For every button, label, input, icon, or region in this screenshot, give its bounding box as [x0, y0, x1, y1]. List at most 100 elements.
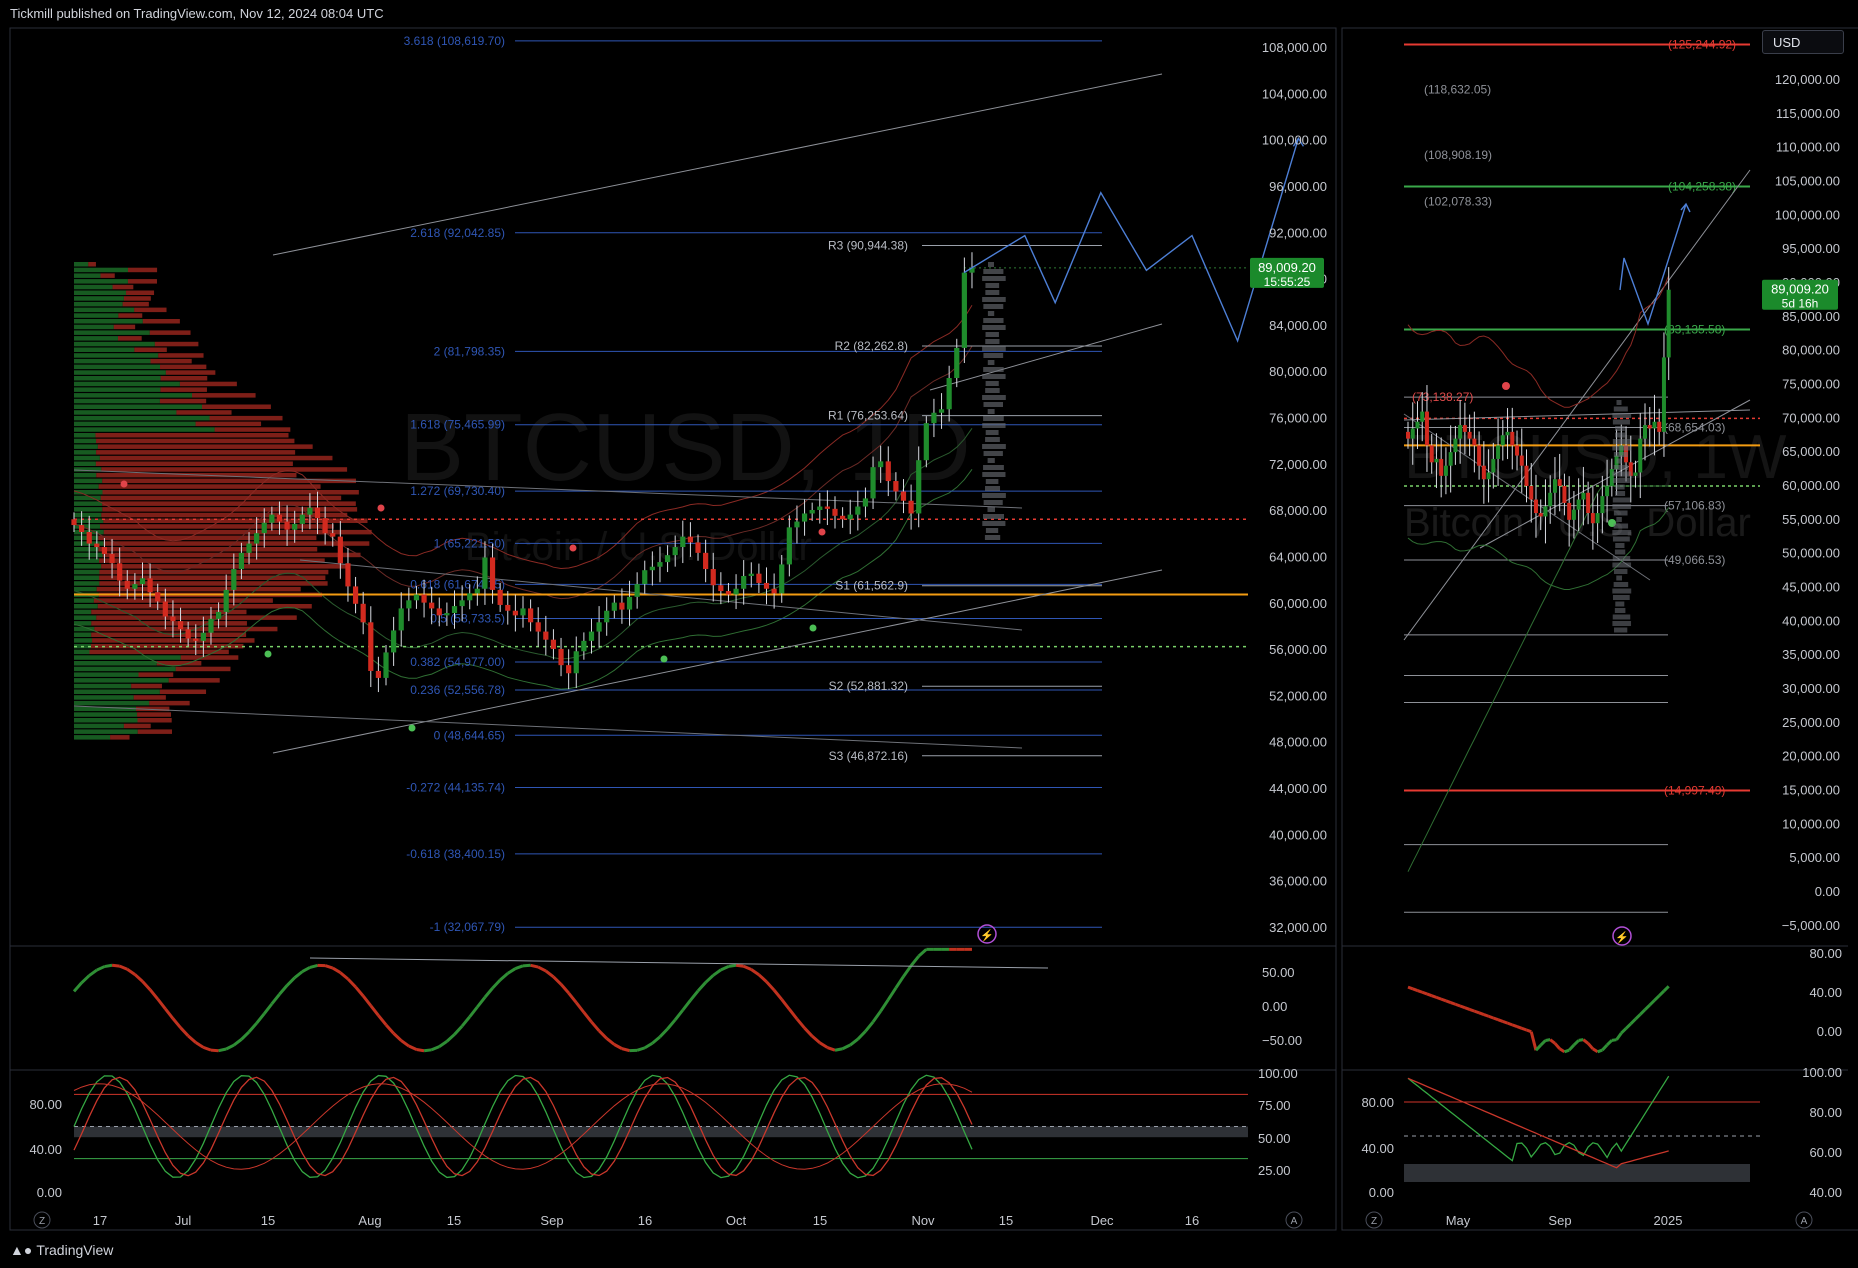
- candle-body: [223, 589, 229, 612]
- candle-body: [550, 639, 557, 649]
- weekly-candle-body: [1647, 425, 1652, 429]
- time-axis-tick: Oct: [726, 1213, 747, 1228]
- volume-profile-bar: [74, 370, 166, 375]
- volume-profile-bar: [74, 558, 100, 563]
- weekly-momentum-segment: [1473, 1009, 1480, 1015]
- candle-body: [855, 506, 861, 515]
- candle-body: [748, 573, 754, 576]
- volume-profile-bar: [74, 296, 124, 301]
- weekly-level-label: (108,908.19): [1424, 148, 1492, 162]
- volume-profile-bar: [74, 735, 111, 740]
- weekly-price-axis-tick: 85,000.00: [1782, 309, 1840, 324]
- weekly-momentum-segment: [1469, 1007, 1475, 1013]
- currency-button[interactable]: USD: [1762, 30, 1844, 54]
- volume-profile-bar: [118, 313, 143, 318]
- weekly-momentum-segment: [1421, 990, 1428, 996]
- candle-body: [870, 467, 876, 499]
- session-volume-bar: [982, 444, 1006, 449]
- momentum-line-segment: [263, 1002, 274, 1015]
- volume-profile-bar: [74, 547, 99, 552]
- volume-profile-bar: [89, 649, 229, 655]
- fib-level-label: 2 (81,798.35): [434, 344, 505, 358]
- volume-profile-bar: [74, 307, 135, 313]
- weekly-momentum-segment: [1586, 1042, 1594, 1050]
- candle-body: [276, 514, 283, 522]
- momentum-line-segment: [552, 975, 563, 986]
- weekly-candle-body: [1453, 438, 1458, 453]
- volume-profile-bar: [74, 604, 98, 609]
- weekly-momentum-segment: [1597, 1048, 1603, 1054]
- candle-body: [512, 610, 518, 616]
- weekly-momentum-axis-tick: 40.00: [1809, 985, 1842, 1000]
- weekly-price-axis-tick: 110,000.00: [1776, 140, 1840, 155]
- volume-profile-bar: [131, 683, 162, 689]
- session-volume-bar: [983, 318, 1004, 323]
- volume-profile-bar: [128, 267, 158, 273]
- weekly-candle-body: [1652, 421, 1657, 429]
- weekly-projection-arrowhead: [1680, 202, 1691, 213]
- session-volume-bar: [985, 283, 1000, 288]
- stoch-axis-tick-right: 75.00: [1258, 1098, 1291, 1113]
- weekly-momentum-segment: [1620, 1027, 1628, 1035]
- candle-body: [375, 670, 381, 678]
- stoch-axis-tick-right: 50.00: [1258, 1131, 1291, 1146]
- candle-body: [923, 423, 929, 461]
- candle-body: [86, 532, 92, 544]
- weekly-momentum-segment: [1529, 1031, 1538, 1051]
- tradingview-brand[interactable]: ▲● TradingView: [10, 1242, 113, 1258]
- weekly-countdown-label: 5d 16h: [1782, 297, 1819, 311]
- stoch-axis-tick-right: 100.00: [1258, 1066, 1298, 1081]
- momentum-line-segment: [780, 998, 791, 1011]
- volume-profile-bar: [192, 393, 256, 398]
- weekly-candle-body: [1443, 465, 1448, 476]
- volume-profile-bar: [214, 427, 291, 432]
- volume-profile-bar: [74, 672, 139, 677]
- momentum-line-segment: [689, 989, 700, 1002]
- weekly-stoch-k: [1407, 1075, 1670, 1162]
- volume-profile-bar: [137, 718, 172, 723]
- candle-body: [832, 508, 838, 516]
- weekly-candle-body: [1666, 289, 1671, 358]
- volume-profile-bar: [102, 478, 356, 484]
- volume-profile-bar: [74, 569, 100, 575]
- momentum-line-segment: [346, 977, 357, 988]
- candle-body: [436, 608, 442, 616]
- momentum-line-segment: [826, 1046, 836, 1052]
- weekly-price-axis-tick: 35,000.00: [1782, 647, 1840, 662]
- candle-body: [284, 521, 290, 530]
- weekly-candle-body: [1415, 421, 1420, 429]
- momentum-line-segment: [445, 1033, 456, 1043]
- time-axis-tick: Jul: [175, 1213, 192, 1228]
- volume-profile-bar: [74, 632, 92, 637]
- weekly-candle-body: [1552, 479, 1557, 493]
- weekly-momentum-segment: [1521, 1026, 1528, 1032]
- weekly-level-label: (104,258.38): [1668, 180, 1736, 194]
- price-axis-tick: 100,000.00: [1262, 133, 1327, 148]
- candle-body: [406, 600, 412, 609]
- session-volume-bar: [987, 360, 995, 365]
- weekly-volume-bar: [1614, 549, 1626, 555]
- weekly-momentum-segment: [1545, 1038, 1551, 1042]
- volume-profile-bar: [74, 438, 97, 444]
- weekly-price-axis-tick: 100,000.00: [1775, 207, 1840, 222]
- weekly-candle-body: [1519, 455, 1524, 466]
- volume-profile-bar: [74, 718, 138, 723]
- price-axis-tick: 72,000.00: [1269, 457, 1327, 472]
- time-axis-tick: 16: [1185, 1213, 1199, 1228]
- candle-body: [916, 460, 922, 514]
- symbol-subtitle-watermark: Bitcoin / U.S. Dollar: [465, 525, 812, 569]
- candle-body: [94, 543, 100, 548]
- momentum-line-segment: [499, 972, 509, 982]
- volume-profile-bar: [137, 729, 173, 734]
- momentum-line-segment: [164, 1007, 175, 1020]
- session-volume-bar: [983, 465, 1004, 470]
- weekly-candle-body: [1410, 428, 1415, 439]
- volume-profile-bar: [74, 301, 123, 307]
- time-axis-tick: 17: [93, 1213, 107, 1228]
- weekly-candle-body: [1500, 435, 1505, 446]
- session-volume-bar: [987, 458, 995, 463]
- weekly-candle-body: [1515, 445, 1520, 456]
- volume-profile-bar: [74, 364, 161, 370]
- candle-body: [109, 554, 115, 564]
- weekly-momentum-segment: [1572, 1039, 1580, 1047]
